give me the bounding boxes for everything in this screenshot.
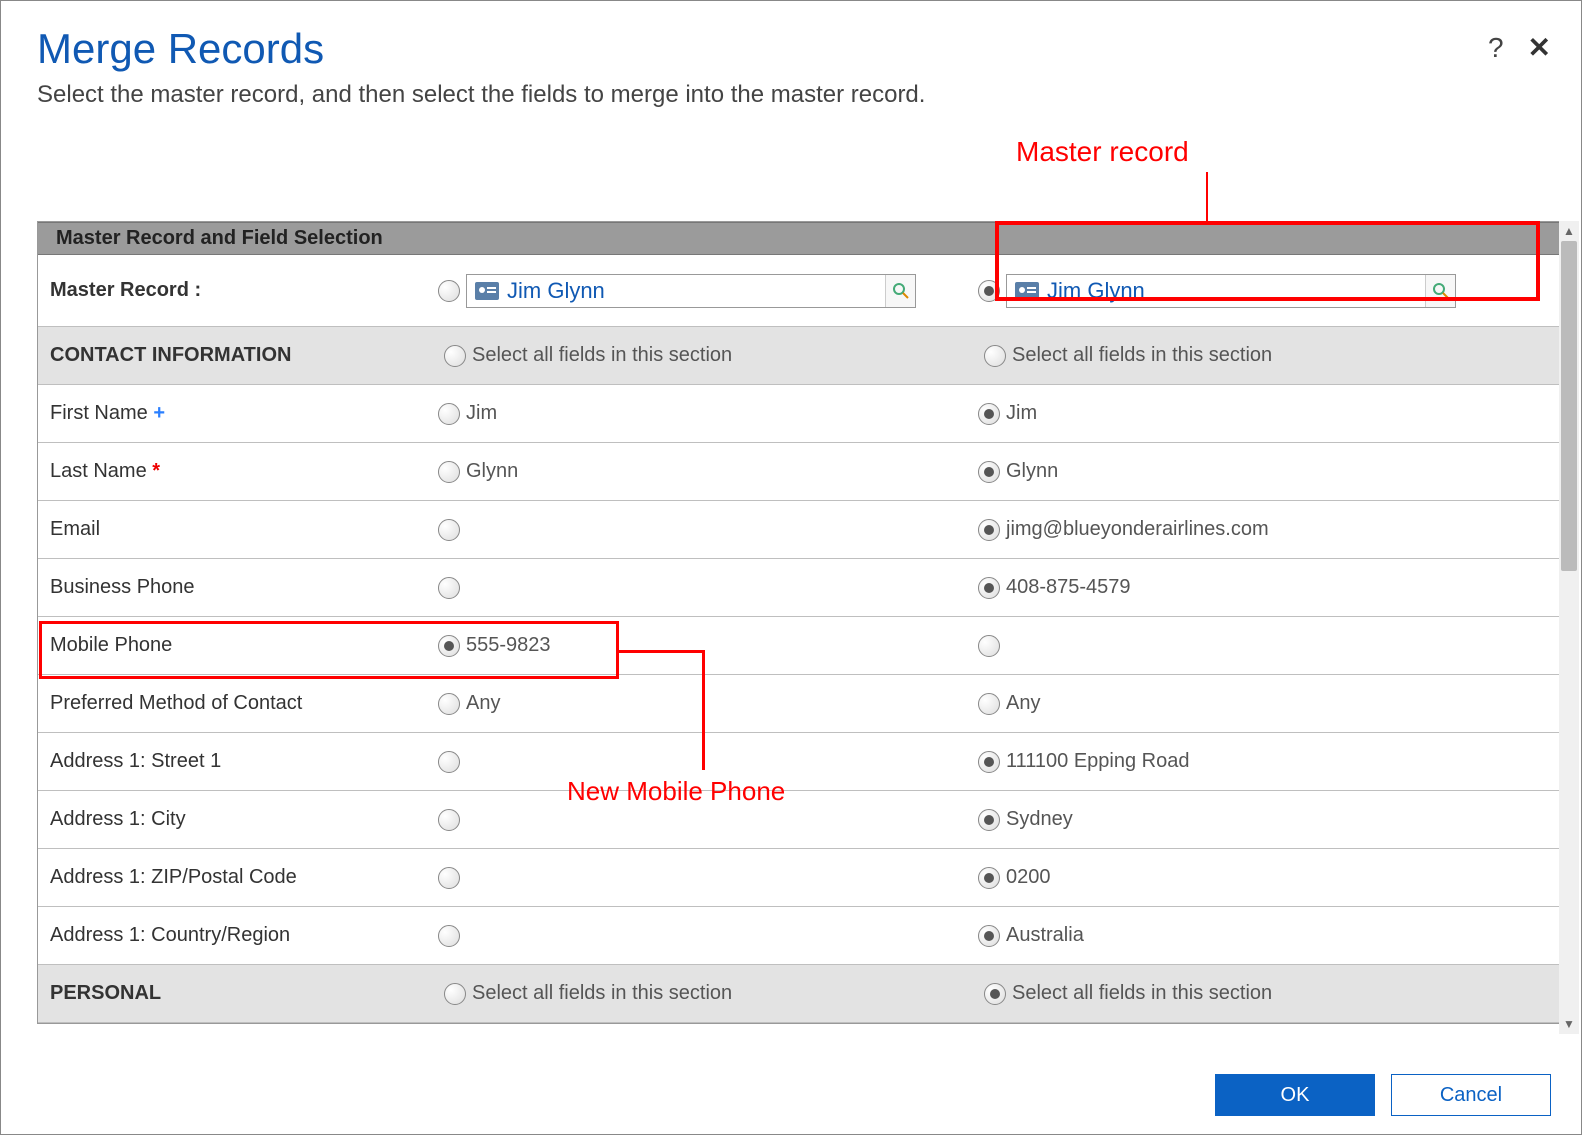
field-radio-a[interactable]: [438, 403, 460, 425]
field-radio-a[interactable]: [438, 635, 460, 657]
field-radio-b[interactable]: [978, 809, 1000, 831]
field-value-b: Sydney: [1006, 808, 1073, 831]
field-value-a: 555-9823: [466, 634, 551, 657]
field-value-a: Any: [466, 692, 500, 715]
merge-records-dialog: Merge Records Select the master record, …: [0, 0, 1582, 1135]
select-all-b-radio[interactable]: [984, 983, 1006, 1005]
field-row: First Name + Jim Jim: [38, 385, 1564, 443]
lookup-record-b[interactable]: Jim Glynn: [1006, 274, 1456, 308]
field-radio-b[interactable]: [978, 867, 1000, 889]
help-icon[interactable]: ?: [1488, 32, 1504, 64]
master-record-label: Master Record :: [38, 279, 438, 302]
field-radio-b[interactable]: [978, 925, 1000, 947]
section-title: CONTACT INFORMATION: [38, 344, 438, 367]
close-icon[interactable]: ✕: [1528, 31, 1551, 64]
lookup-a-name: Jim Glynn: [507, 278, 605, 304]
field-radio-a[interactable]: [438, 751, 460, 773]
contact-card-icon: [473, 279, 501, 303]
section-header: PERSONAL Select all fields in this sectio…: [38, 965, 1564, 1023]
field-radio-b[interactable]: [978, 519, 1000, 541]
master-radio-a[interactable]: [438, 280, 460, 302]
master-radio-b[interactable]: [978, 280, 1000, 302]
field-value-a: Jim: [466, 402, 497, 425]
annotation-master-record: Master record: [1016, 136, 1189, 168]
field-radio-b[interactable]: [978, 461, 1000, 483]
field-label: Last Name *: [38, 460, 438, 483]
section-title: PERSONAL: [38, 982, 438, 1005]
select-all-label: Select all fields in this section: [472, 982, 732, 1005]
ok-button[interactable]: OK: [1215, 1074, 1375, 1116]
field-radio-b[interactable]: [978, 403, 1000, 425]
select-all-a-radio[interactable]: [444, 345, 466, 367]
lookup-b-name: Jim Glynn: [1047, 278, 1145, 304]
field-row: Address 1: Street 1 111100 Epping Road: [38, 733, 1564, 791]
lookup-search-icon[interactable]: [1425, 275, 1455, 307]
select-all-label: Select all fields in this section: [1012, 982, 1272, 1005]
lookup-search-icon[interactable]: [885, 275, 915, 307]
select-all-a-radio[interactable]: [444, 983, 466, 1005]
field-value-b: jimg@blueyonderairlines.com: [1006, 518, 1269, 541]
field-row: Address 1: City Sydney: [38, 791, 1564, 849]
field-radio-b[interactable]: [978, 577, 1000, 599]
field-radio-a[interactable]: [438, 577, 460, 599]
field-row: Last Name * Glynn Glynn: [38, 443, 1564, 501]
field-row: Business Phone 408-875-4579: [38, 559, 1564, 617]
select-all-label: Select all fields in this section: [1012, 344, 1272, 367]
field-radio-a[interactable]: [438, 519, 460, 541]
field-selection-grid: Master Record and Field Selection Master…: [37, 221, 1565, 1024]
select-all-label: Select all fields in this section: [472, 344, 732, 367]
scrollbar[interactable]: ▲ ▼: [1559, 221, 1579, 1034]
field-value-b: 408-875-4579: [1006, 576, 1131, 599]
master-record-row: Master Record : Jim Glynn: [38, 255, 1564, 327]
field-row: Address 1: Country/Region Australia: [38, 907, 1564, 965]
field-value-b: Any: [1006, 692, 1040, 715]
lookup-record-a[interactable]: Jim Glynn: [466, 274, 916, 308]
scroll-thumb[interactable]: [1561, 241, 1577, 571]
cancel-button[interactable]: Cancel: [1391, 1074, 1551, 1116]
field-radio-b[interactable]: [978, 751, 1000, 773]
annotation-new-mobile-phone: New Mobile Phone: [567, 776, 785, 807]
scroll-down-icon[interactable]: ▼: [1559, 1014, 1579, 1034]
content-area: New Mobile Phone Master Record and Field…: [37, 221, 1565, 1034]
panel-heading: Master Record and Field Selection: [38, 222, 1564, 255]
field-radio-a[interactable]: [438, 925, 460, 947]
field-label: Address 1: Country/Region: [38, 924, 438, 947]
contact-card-icon: [1013, 279, 1041, 303]
field-value-a: Glynn: [466, 460, 518, 483]
field-row: Mobile Phone 555-9823: [38, 617, 1564, 675]
field-label: Address 1: ZIP/Postal Code: [38, 866, 438, 889]
dialog-title: Merge Records: [37, 25, 1545, 73]
field-row: Preferred Method of Contact Any Any: [38, 675, 1564, 733]
field-label: First Name +: [38, 402, 438, 425]
section-header: CONTACT INFORMATION Select all fields in …: [38, 327, 1564, 385]
field-label: Address 1: City: [38, 808, 438, 831]
field-value-b: Jim: [1006, 402, 1037, 425]
field-value-b: 111100 Epping Road: [1006, 750, 1190, 773]
dialog-footer: OK Cancel: [1215, 1074, 1551, 1116]
field-label: Preferred Method of Contact: [38, 692, 438, 715]
select-all-b-radio[interactable]: [984, 345, 1006, 367]
field-radio-b[interactable]: [978, 635, 1000, 657]
field-row: Address 1: ZIP/Postal Code 0200: [38, 849, 1564, 907]
field-label: Mobile Phone: [38, 634, 438, 657]
field-value-b: Australia: [1006, 924, 1084, 947]
field-label: Address 1: Street 1: [38, 750, 438, 773]
field-radio-a[interactable]: [438, 809, 460, 831]
field-radio-a[interactable]: [438, 867, 460, 889]
field-row: Email jimg@blueyonderairlines.com: [38, 501, 1564, 559]
field-label: Email: [38, 518, 438, 541]
field-radio-b[interactable]: [978, 693, 1000, 715]
field-radio-a[interactable]: [438, 461, 460, 483]
field-value-b: Glynn: [1006, 460, 1058, 483]
field-radio-a[interactable]: [438, 693, 460, 715]
dialog-subtitle: Select the master record, and then selec…: [37, 81, 1545, 109]
scroll-up-icon[interactable]: ▲: [1559, 221, 1579, 241]
field-label: Business Phone: [38, 576, 438, 599]
field-value-b: 0200: [1006, 866, 1051, 889]
